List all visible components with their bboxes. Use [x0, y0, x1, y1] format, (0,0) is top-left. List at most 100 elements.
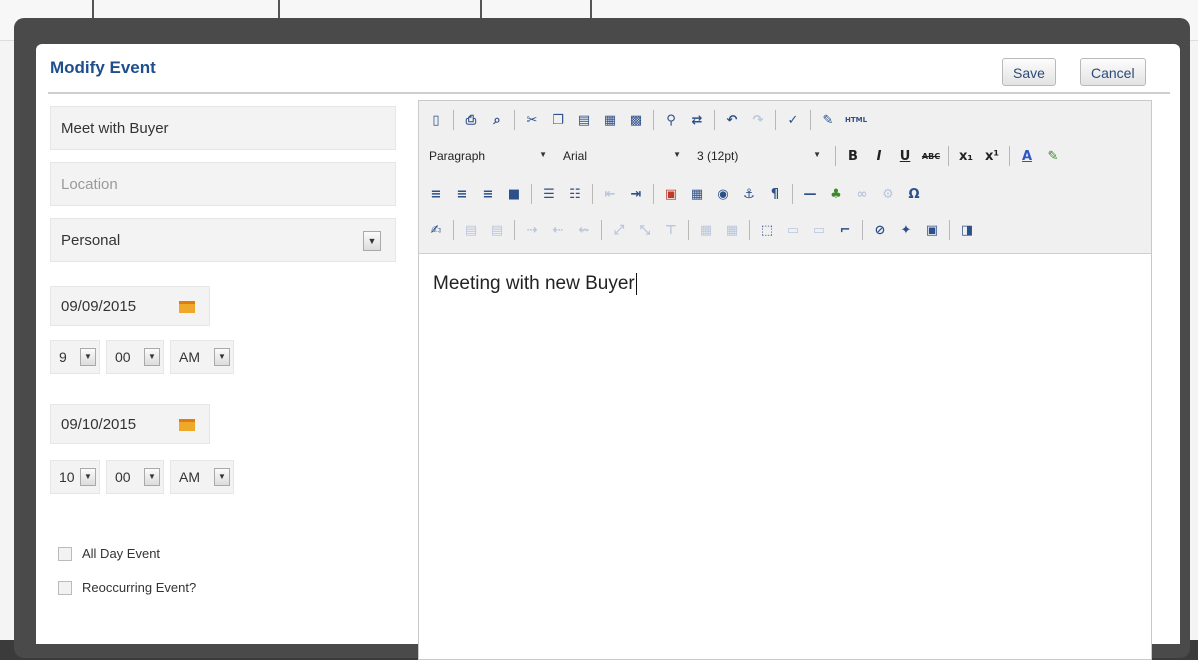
print-icon[interactable]: ⎙ — [460, 109, 482, 131]
end-hour-select[interactable]: 10 ▼ — [50, 460, 100, 494]
redo-icon[interactable]: ↷ — [747, 109, 769, 131]
copy-icon[interactable]: ❐ — [547, 109, 569, 131]
editor-content[interactable]: Meeting with new Buyer — [433, 273, 637, 295]
fullscreen-icon[interactable]: ▣ — [921, 219, 943, 241]
end-ampm-select[interactable]: AM ▼ — [170, 460, 234, 494]
layer-icon[interactable]: ▭ — [782, 219, 804, 241]
image-icon[interactable]: ▣ — [660, 183, 682, 205]
anchor-icon[interactable]: ⚓ — [738, 183, 760, 205]
help-icon[interactable]: ◨ — [956, 219, 978, 241]
start-ampm-select[interactable]: AM ▼ — [170, 340, 234, 374]
cut-icon[interactable]: ✂ — [521, 109, 543, 131]
cleanup-icon[interactable]: ✎ — [817, 109, 839, 131]
size-select[interactable]: 3 (12pt) ▼ — [693, 145, 825, 167]
end-hour-value: 10 — [59, 469, 75, 485]
horizontal-rule-icon[interactable]: — — [799, 183, 821, 205]
select-all-icon[interactable]: ⬚ — [756, 219, 778, 241]
undo-icon[interactable]: ↶ — [721, 109, 743, 131]
category-select[interactable]: Personal ▼ — [50, 218, 396, 262]
preview-icon[interactable]: ⌕ — [486, 109, 508, 131]
end-ampm-value: AM — [179, 469, 200, 485]
template-icon[interactable]: ✦ — [895, 219, 917, 241]
media-icon[interactable]: ▦ — [686, 183, 708, 205]
toolbar-row-3: ≡ ≡ ≡ ■ ☰ ☷ ⇤ ⇥ ▣ ▦ ◉ ⚓ ¶ — ♣ ∞ ⚙ Ω — [425, 179, 929, 209]
toolbar-separator — [792, 184, 793, 204]
table-delete-col-icon[interactable]: ⇜ — [573, 219, 595, 241]
unlink-icon[interactable]: ∞ — [851, 183, 873, 205]
link-icon[interactable]: ◉ — [712, 183, 734, 205]
insert-image-icon[interactable]: ♣ — [825, 183, 847, 205]
format-select[interactable]: Paragraph ▼ — [425, 145, 551, 167]
new-document-icon[interactable]: ▯ — [425, 109, 447, 131]
cell-props-icon[interactable]: ▦ — [721, 219, 743, 241]
indent-icon[interactable]: ⇥ — [625, 183, 647, 205]
dropdown-arrow-icon[interactable]: ▼ — [214, 468, 230, 486]
table-row-after-icon[interactable]: ▤ — [486, 219, 508, 241]
align-center-icon[interactable]: ≡ — [451, 183, 473, 205]
paste-word-icon[interactable]: ▩ — [625, 109, 647, 131]
bullet-list-icon[interactable]: ☰ — [538, 183, 560, 205]
toolbar-separator — [948, 146, 949, 166]
find-icon[interactable]: ⚲ — [660, 109, 682, 131]
save-button[interactable]: Save — [1002, 58, 1056, 86]
dropdown-arrow-icon[interactable]: ▼ — [144, 348, 160, 366]
toolbar-separator — [835, 146, 836, 166]
reoccurring-checkbox[interactable] — [58, 581, 72, 595]
table-col-before-icon[interactable]: ⇢ — [521, 219, 543, 241]
font-select[interactable]: Arial ▼ — [559, 145, 685, 167]
calendar-icon[interactable] — [179, 419, 195, 431]
table-props-icon[interactable]: ▦ — [695, 219, 717, 241]
text-color-icon[interactable]: A — [1016, 145, 1038, 167]
highlight-color-icon[interactable]: ✎ — [1042, 145, 1064, 167]
table-row-before-icon[interactable]: ▤ — [460, 219, 482, 241]
all-day-checkbox[interactable] — [58, 547, 72, 561]
event-title-input[interactable]: Meet with Buyer — [50, 106, 396, 150]
paste-text-icon[interactable]: ▦ — [599, 109, 621, 131]
edit-form-icon[interactable]: ✍ — [425, 219, 447, 241]
subscript-icon[interactable]: x₁ — [955, 145, 977, 167]
align-left-icon[interactable]: ≡ — [425, 183, 447, 205]
outdent-icon[interactable]: ⇤ — [599, 183, 621, 205]
html-source-icon[interactable]: HTML — [843, 109, 869, 131]
end-date-input[interactable]: 09/10/2015 — [50, 404, 210, 444]
underline-icon[interactable]: U — [894, 145, 916, 167]
toolbar-separator — [862, 220, 863, 240]
crop-icon[interactable]: ⌐ — [834, 219, 856, 241]
paste-icon[interactable]: ▤ — [573, 109, 595, 131]
superscript-icon[interactable]: x¹ — [981, 145, 1003, 167]
dropdown-arrow-icon[interactable]: ▼ — [144, 468, 160, 486]
delete-cell-icon[interactable]: ⊤ — [660, 219, 682, 241]
start-minute-select[interactable]: 00 ▼ — [106, 340, 164, 374]
toolbar-separator — [453, 110, 454, 130]
split-cell-icon[interactable]: ⤢ — [608, 219, 630, 241]
numbered-list-icon[interactable]: ☷ — [564, 183, 586, 205]
end-minute-select[interactable]: 00 ▼ — [106, 460, 164, 494]
replace-icon[interactable]: ⇄ — [686, 109, 708, 131]
format-value: Paragraph — [429, 149, 486, 163]
start-date-input[interactable]: 09/09/2015 — [50, 286, 210, 326]
bold-icon[interactable]: B — [842, 145, 864, 167]
toolbar-row-4: ✍ ▤ ▤ ⇢ ⇠ ⇜ ⤢ ⤡ ⊤ ▦ ▦ ⬚ ▭ ▭ ⌐ ⊘ ✦ ▣ ◨ — [425, 215, 982, 245]
location-input[interactable]: Location — [50, 162, 396, 206]
start-ampm-value: AM — [179, 349, 200, 365]
calendar-icon[interactable] — [179, 301, 195, 313]
italic-icon[interactable]: I — [868, 145, 890, 167]
start-hour-select[interactable]: 9 ▼ — [50, 340, 100, 374]
special-character-icon[interactable]: Ω — [903, 183, 925, 205]
table-col-after-icon[interactable]: ⇠ — [547, 219, 569, 241]
dropdown-arrow-icon[interactable]: ▼ — [363, 231, 381, 251]
cancel-button[interactable]: Cancel — [1080, 58, 1146, 86]
align-right-icon[interactable]: ≡ — [477, 183, 499, 205]
spellcheck-icon[interactable]: ✓ — [782, 109, 804, 131]
toolbar-separator — [514, 220, 515, 240]
paragraph-mark-icon[interactable]: ¶ — [764, 183, 786, 205]
dropdown-arrow-icon[interactable]: ▼ — [80, 468, 96, 486]
special-link-icon[interactable]: ⚙ — [877, 183, 899, 205]
move-layer-icon[interactable]: ▭ — [808, 219, 830, 241]
dropdown-arrow-icon[interactable]: ▼ — [214, 348, 230, 366]
dropdown-arrow-icon[interactable]: ▼ — [80, 348, 96, 366]
align-justify-icon[interactable]: ■ — [503, 183, 525, 205]
strikethrough-icon[interactable]: ABC — [920, 145, 942, 167]
visual-aid-icon[interactable]: ⊘ — [869, 219, 891, 241]
merge-cell-icon[interactable]: ⤡ — [634, 219, 656, 241]
